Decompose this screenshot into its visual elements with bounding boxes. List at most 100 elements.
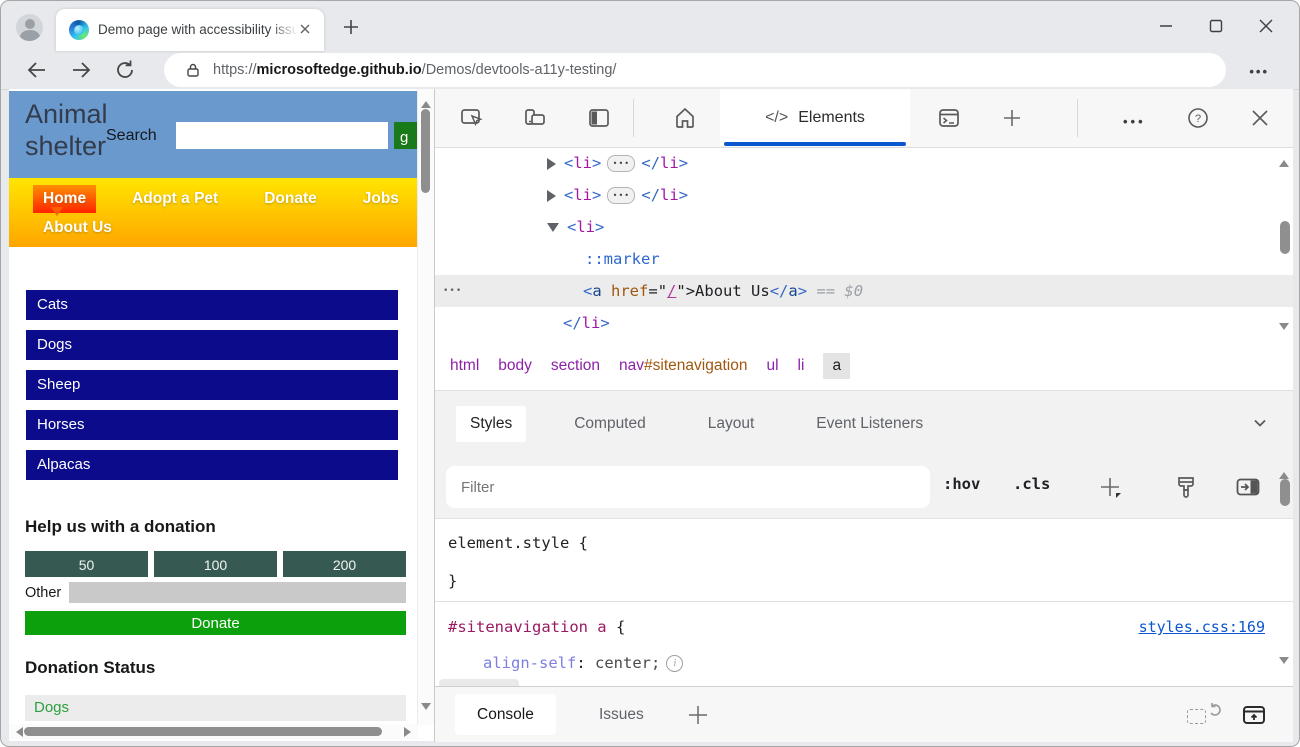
dom-node-anchor-selected[interactable]: •••<a href="/">About Us</a> == $0 <box>435 275 1293 307</box>
sitenavigation-rule-selector[interactable]: #sitenavigation a { <box>448 609 625 645</box>
tab-computed[interactable]: Computed <box>560 406 660 442</box>
crumb-ul[interactable]: ul <box>766 357 778 375</box>
site-navigation: Home Adopt a Pet Donate Jobs About Us <box>9 178 418 247</box>
tab-issues[interactable]: Issues <box>577 694 666 735</box>
dom-scroll-thumb[interactable] <box>1280 221 1290 254</box>
expand-arrow-icon[interactable] <box>547 190 556 202</box>
nav-item-jobs[interactable]: Jobs <box>353 185 409 213</box>
page-horizontal-scrollbar[interactable] <box>9 724 418 739</box>
devtools-panel: </> Elements ••• ? <li>•••</li> <li>•••<… <box>434 89 1293 742</box>
styles-filter-input[interactable] <box>446 466 930 508</box>
amount-50-button[interactable]: 50 <box>25 551 148 577</box>
tab-elements[interactable]: </> Elements <box>720 89 910 146</box>
crumb-body[interactable]: body <box>498 357 532 375</box>
other-amount-input[interactable] <box>69 582 406 603</box>
donation-heading: Help us with a donation <box>25 517 216 537</box>
profile-avatar[interactable] <box>16 14 43 41</box>
dom-node-marker[interactable]: ::marker <box>435 243 1293 275</box>
tab-event-listeners[interactable]: Event Listeners <box>802 406 937 442</box>
dom-scroll-down-icon[interactable] <box>1279 323 1289 330</box>
dom-node-li-3-close[interactable]: </li> <box>435 307 1293 339</box>
scroll-down-icon[interactable] <box>421 703 431 715</box>
close-window-button[interactable] <box>1253 13 1279 39</box>
node-more-actions-icon[interactable]: ••• <box>443 275 462 307</box>
minimize-button[interactable] <box>1153 13 1179 39</box>
vertical-scroll-thumb[interactable] <box>421 109 430 193</box>
donate-button[interactable]: Donate <box>25 611 406 635</box>
list-item-alpacas[interactable]: Alpacas <box>26 450 398 480</box>
nav-item-about[interactable]: About Us <box>33 214 122 241</box>
align-self-declaration[interactable]: align-self: center;i <box>483 645 683 681</box>
element-style-close[interactable]: } <box>448 563 457 599</box>
add-drawer-tab-icon[interactable] <box>685 702 711 728</box>
dashed-refresh-icon[interactable] <box>1187 709 1206 724</box>
expand-quick-view-icon[interactable] <box>1241 702 1267 728</box>
refresh-icon[interactable] <box>113 58 137 82</box>
styles-scroll-thumb[interactable] <box>1280 479 1290 506</box>
close-devtools-icon[interactable] <box>1248 106 1272 130</box>
console-panel-icon[interactable] <box>937 106 961 130</box>
crumb-li[interactable]: li <box>798 357 805 375</box>
inspect-element-icon[interactable] <box>460 106 484 130</box>
expand-arrow-icon[interactable] <box>547 158 556 170</box>
page-vertical-scrollbar[interactable] <box>417 89 434 725</box>
device-emulation-icon[interactable] <box>523 106 547 130</box>
dock-side-icon[interactable] <box>587 106 611 130</box>
styles-scroll-up-icon[interactable] <box>1279 467 1289 479</box>
list-item-horses[interactable]: Horses <box>26 410 398 440</box>
add-panel-icon[interactable] <box>1000 106 1024 130</box>
forward-icon[interactable] <box>69 58 93 82</box>
crumb-section[interactable]: section <box>551 357 600 375</box>
collapsed-content-icon[interactable]: ••• <box>607 187 635 204</box>
toggle-hover-state-button[interactable]: :hov <box>943 475 980 493</box>
dom-scroll-up-icon[interactable] <box>1279 155 1289 167</box>
tab-console[interactable]: Console <box>455 694 556 735</box>
help-icon[interactable]: ? <box>1186 106 1210 130</box>
scroll-up-icon[interactable] <box>421 96 431 108</box>
stylesheet-source-link[interactable]: styles.css:169 <box>1139 609 1265 645</box>
devtools-more-icon[interactable]: ••• <box>1123 113 1147 137</box>
toggle-rendering-icon[interactable] <box>1235 474 1261 500</box>
dom-node-li-3-open[interactable]: <li> <box>435 211 1293 243</box>
url-text[interactable]: https://microsoftedge.github.io/Demos/de… <box>213 62 616 78</box>
dom-node-li-1[interactable]: <li>•••</li> <box>435 147 1293 179</box>
chevron-down-icon[interactable] <box>1252 415 1268 431</box>
tab-styles[interactable]: Styles <box>456 406 526 442</box>
back-icon[interactable] <box>25 58 49 82</box>
new-style-rule-icon[interactable] <box>1097 474 1123 500</box>
address-bar[interactable]: https://microsoftedge.github.io/Demos/de… <box>164 53 1226 87</box>
list-item-cats[interactable]: Cats <box>26 290 398 320</box>
tab-close-icon[interactable] <box>297 21 315 39</box>
crumb-nav[interactable]: nav#sitenavigation <box>619 357 747 375</box>
scroll-right-icon[interactable] <box>404 727 416 737</box>
other-label: Other <box>25 585 61 601</box>
collapsed-content-icon[interactable]: ••• <box>607 155 635 172</box>
nav-item-donate[interactable]: Donate <box>254 185 327 213</box>
horizontal-scroll-thumb[interactable] <box>24 727 382 736</box>
element-style-rule[interactable]: element.style { <box>448 525 588 561</box>
toggle-class-button[interactable]: .cls <box>1013 475 1050 493</box>
crumb-html[interactable]: html <box>450 357 479 375</box>
nav-item-home[interactable]: Home <box>33 185 96 213</box>
brush-icon[interactable] <box>1173 474 1199 500</box>
crumb-a-selected[interactable]: a <box>823 353 850 379</box>
browser-tab[interactable]: Demo page with accessibility issu <box>56 9 324 51</box>
list-item-dogs[interactable]: Dogs <box>26 330 398 360</box>
home-icon[interactable] <box>673 106 697 130</box>
amount-100-button[interactable]: 100 <box>154 551 277 577</box>
nav-item-adopt[interactable]: Adopt a Pet <box>122 185 228 213</box>
dom-node-li-2[interactable]: <li>•••</li> <box>435 179 1293 211</box>
search-input[interactable] <box>176 122 388 149</box>
amount-200-button[interactable]: 200 <box>283 551 406 577</box>
donation-status-item[interactable]: Dogs <box>25 695 406 721</box>
new-tab-button[interactable] <box>341 17 361 37</box>
donation-amounts: 50 100 200 <box>25 551 406 577</box>
lock-icon[interactable] <box>185 62 201 78</box>
tab-layout[interactable]: Layout <box>694 406 769 442</box>
styles-scroll-down-icon[interactable] <box>1279 657 1289 664</box>
maximize-button[interactable] <box>1203 13 1229 39</box>
scroll-left-icon[interactable] <box>11 727 23 737</box>
list-item-sheep[interactable]: Sheep <box>26 370 398 400</box>
collapse-arrow-icon[interactable] <box>547 223 559 232</box>
browser-more-icon[interactable]: ••• <box>1249 64 1269 79</box>
